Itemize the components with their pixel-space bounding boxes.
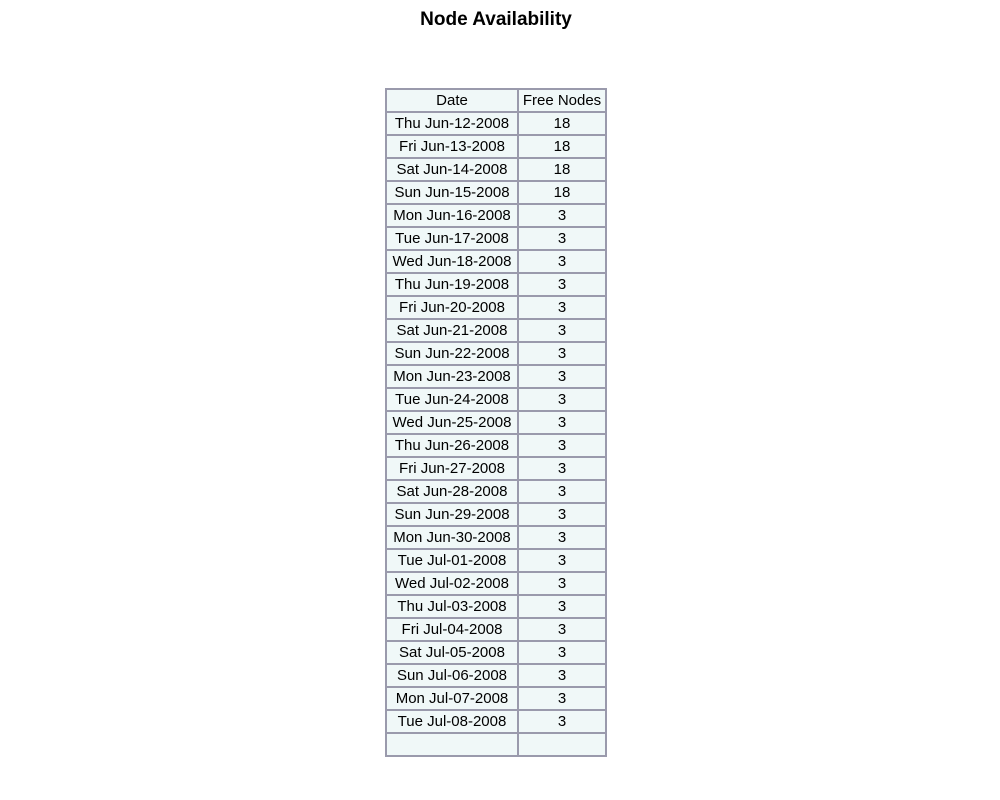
- date-cell: Mon Jul-07-2008: [386, 687, 518, 710]
- date-cell: Sat Jun-28-2008: [386, 480, 518, 503]
- table-row: Tue Jul-01-2008 3: [386, 549, 606, 572]
- free-nodes-cell: 3: [518, 710, 606, 733]
- table-row: Thu Jun-19-2008 3: [386, 273, 606, 296]
- free-nodes-cell: 3: [518, 480, 606, 503]
- table-row: Fri Jun-27-2008 3: [386, 457, 606, 480]
- free-nodes-cell: 3: [518, 503, 606, 526]
- page-title: Node Availability: [420, 9, 572, 30]
- free-nodes-cell: [518, 733, 606, 756]
- table-row: Thu Jul-03-2008 3: [386, 595, 606, 618]
- date-cell: Fri Jun-27-2008: [386, 457, 518, 480]
- table-row: Sat Jun-28-2008 3: [386, 480, 606, 503]
- table-row: Fri Jul-04-2008 3: [386, 618, 606, 641]
- date-cell: Sun Jun-15-2008: [386, 181, 518, 204]
- free-nodes-cell: 18: [518, 181, 606, 204]
- table-header-row: Date Free Nodes: [386, 89, 606, 112]
- date-cell: Mon Jun-23-2008: [386, 365, 518, 388]
- table-row: Sun Jun-15-2008 18: [386, 181, 606, 204]
- date-cell: Tue Jul-01-2008: [386, 549, 518, 572]
- date-cell: Sat Jun-21-2008: [386, 319, 518, 342]
- free-nodes-cell: 3: [518, 342, 606, 365]
- date-cell: Tue Jun-17-2008: [386, 227, 518, 250]
- table-row: Mon Jun-23-2008 3: [386, 365, 606, 388]
- node-availability-table: Date Free Nodes Thu Jun-12-2008 18 Fri Jun…: [385, 88, 607, 757]
- date-cell: Fri Jul-04-2008: [386, 618, 518, 641]
- table-row: Mon Jul-07-2008 3: [386, 687, 606, 710]
- free-nodes-cell: 3: [518, 526, 606, 549]
- date-cell: Fri Jun-13-2008: [386, 135, 518, 158]
- free-nodes-cell: 3: [518, 365, 606, 388]
- table-row: Tue Jun-17-2008 3: [386, 227, 606, 250]
- free-nodes-cell: 3: [518, 664, 606, 687]
- date-cell: Wed Jun-18-2008: [386, 250, 518, 273]
- free-nodes-cell: 3: [518, 572, 606, 595]
- table-row: Sat Jun-21-2008 3: [386, 319, 606, 342]
- free-nodes-cell: 18: [518, 158, 606, 181]
- table-row: Thu Jun-12-2008 18: [386, 112, 606, 135]
- table-row: Wed Jun-25-2008 3: [386, 411, 606, 434]
- column-header-free-nodes: Free Nodes: [518, 89, 606, 112]
- free-nodes-cell: 3: [518, 434, 606, 457]
- free-nodes-cell: 18: [518, 135, 606, 158]
- table-row: Sat Jul-05-2008 3: [386, 641, 606, 664]
- date-cell: Thu Jul-03-2008: [386, 595, 518, 618]
- free-nodes-cell: 3: [518, 388, 606, 411]
- date-cell: Mon Jun-16-2008: [386, 204, 518, 227]
- table-row: Mon Jun-16-2008 3: [386, 204, 606, 227]
- date-cell: Thu Jun-12-2008: [386, 112, 518, 135]
- date-cell: Thu Jun-26-2008: [386, 434, 518, 457]
- date-cell: Mon Jun-30-2008: [386, 526, 518, 549]
- free-nodes-cell: 18: [518, 112, 606, 135]
- free-nodes-cell: 3: [518, 411, 606, 434]
- date-cell: Tue Jul-08-2008: [386, 710, 518, 733]
- free-nodes-cell: 3: [518, 641, 606, 664]
- date-cell: Sun Jun-29-2008: [386, 503, 518, 526]
- table-row: Fri Jun-13-2008 18: [386, 135, 606, 158]
- table-row: Sun Jun-29-2008 3: [386, 503, 606, 526]
- table-row: Sat Jun-14-2008 18: [386, 158, 606, 181]
- free-nodes-cell: 3: [518, 618, 606, 641]
- free-nodes-cell: 3: [518, 457, 606, 480]
- date-cell: Sat Jun-14-2008: [386, 158, 518, 181]
- table-row: Wed Jun-18-2008 3: [386, 250, 606, 273]
- free-nodes-cell: 3: [518, 204, 606, 227]
- date-cell: Fri Jun-20-2008: [386, 296, 518, 319]
- table-row: Sun Jul-06-2008 3: [386, 664, 606, 687]
- date-cell: Wed Jun-25-2008: [386, 411, 518, 434]
- table-row: Tue Jun-24-2008 3: [386, 388, 606, 411]
- date-cell: Sat Jul-05-2008: [386, 641, 518, 664]
- free-nodes-cell: 3: [518, 296, 606, 319]
- table-row: [386, 733, 606, 756]
- column-header-date: Date: [386, 89, 518, 112]
- date-cell: Sun Jul-06-2008: [386, 664, 518, 687]
- table-row: Mon Jun-30-2008 3: [386, 526, 606, 549]
- free-nodes-cell: 3: [518, 250, 606, 273]
- date-cell: Thu Jun-19-2008: [386, 273, 518, 296]
- date-cell: Tue Jun-24-2008: [386, 388, 518, 411]
- table-row: Wed Jul-02-2008 3: [386, 572, 606, 595]
- table-row: Thu Jun-26-2008 3: [386, 434, 606, 457]
- table-row: Tue Jul-08-2008 3: [386, 710, 606, 733]
- free-nodes-cell: 3: [518, 227, 606, 250]
- date-cell: Wed Jul-02-2008: [386, 572, 518, 595]
- table-row: Sun Jun-22-2008 3: [386, 342, 606, 365]
- free-nodes-cell: 3: [518, 549, 606, 572]
- date-cell: Sun Jun-22-2008: [386, 342, 518, 365]
- table-row: Fri Jun-20-2008 3: [386, 296, 606, 319]
- date-cell: [386, 733, 518, 756]
- free-nodes-cell: 3: [518, 319, 606, 342]
- free-nodes-cell: 3: [518, 273, 606, 296]
- free-nodes-cell: 3: [518, 595, 606, 618]
- free-nodes-cell: 3: [518, 687, 606, 710]
